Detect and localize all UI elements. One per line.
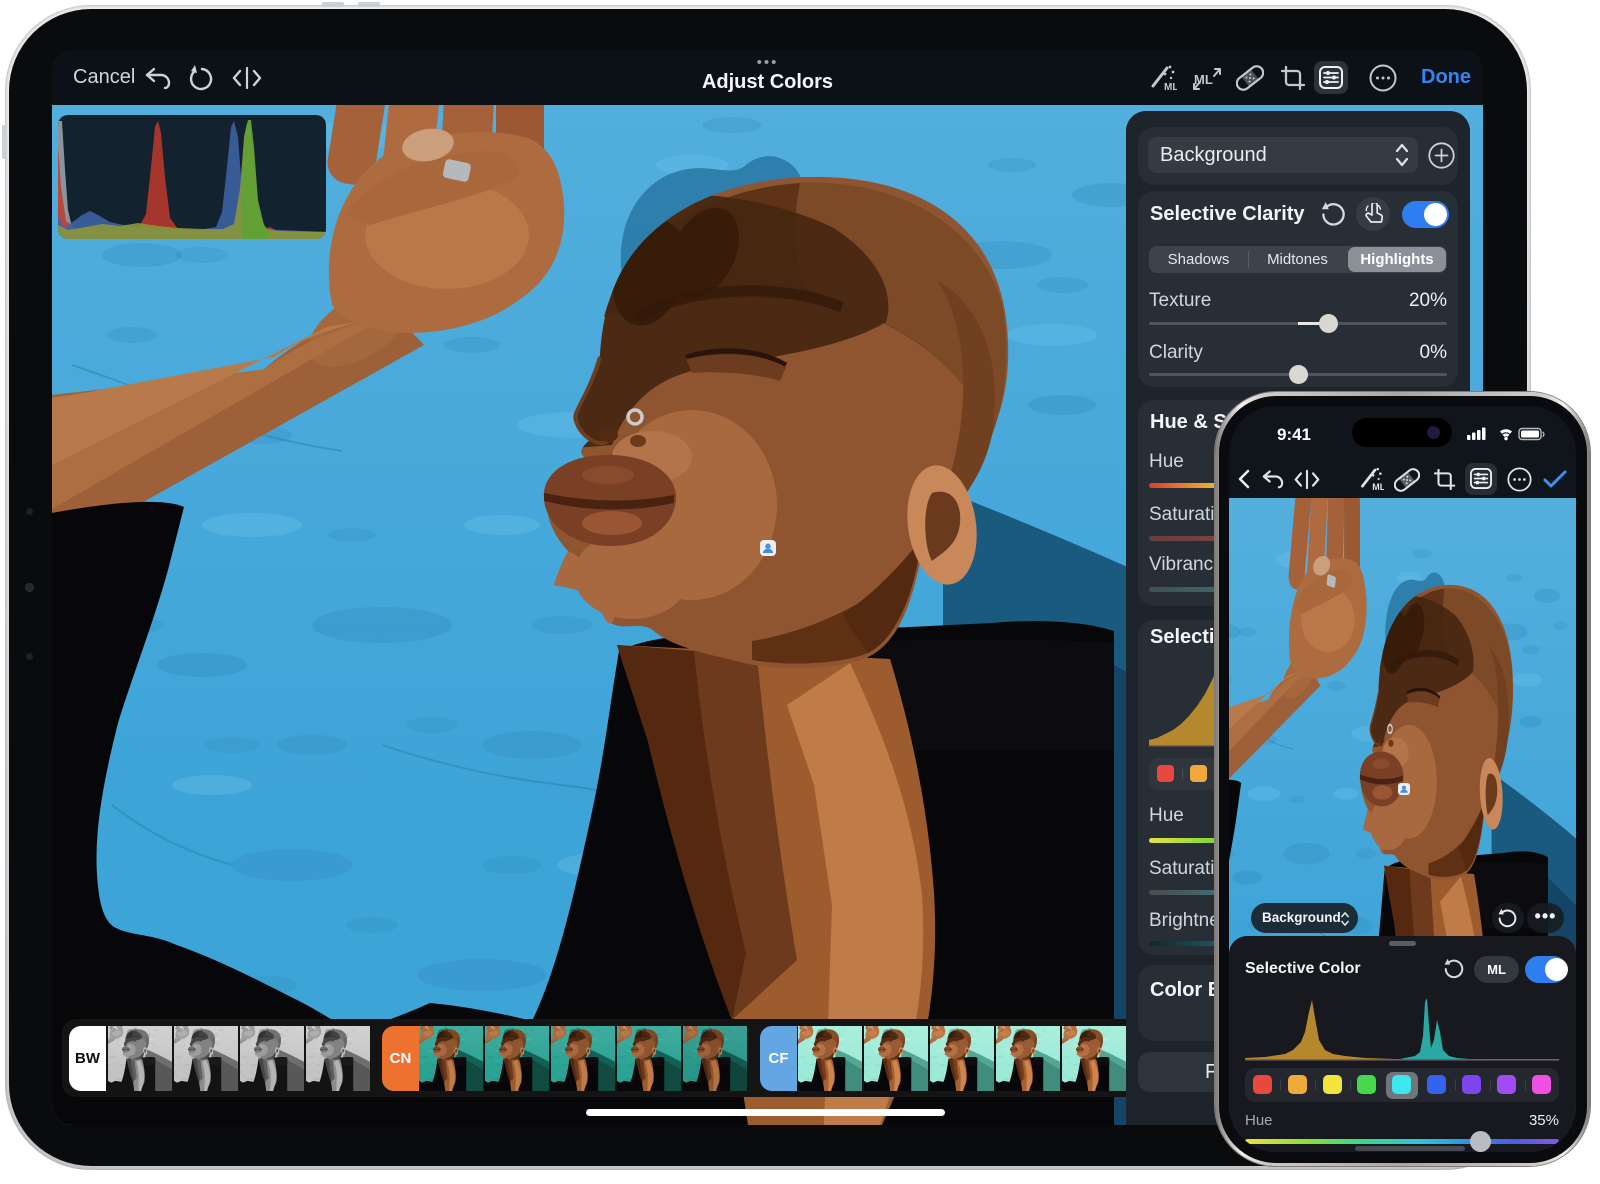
svg-text:ML: ML <box>1372 482 1384 492</box>
svg-text:ML: ML <box>1164 82 1177 92</box>
